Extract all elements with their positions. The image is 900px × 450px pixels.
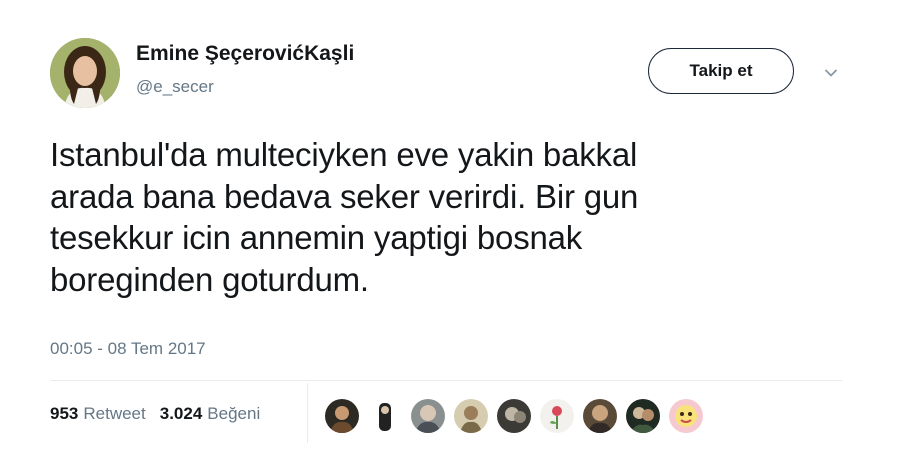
liker-avatar[interactable]	[582, 398, 618, 434]
liker-avatar[interactable]	[625, 398, 661, 434]
author-avatar[interactable]	[50, 38, 120, 108]
tweet-card: Emine ŞeçerovićKaşli @e_secer Takip et I…	[0, 0, 900, 450]
tweet-text-line: arada bana bedava seker verirdi. Bir gun	[50, 177, 639, 215]
stats-divider	[307, 383, 308, 443]
tweet-text: Istanbul'da multeciyken eve yakin bakkal…	[50, 134, 840, 300]
like-label: Beğeni	[207, 404, 261, 423]
divider	[50, 380, 842, 381]
liker-avatar[interactable]	[324, 398, 360, 434]
liker-avatar[interactable]	[367, 398, 403, 434]
tweet-timestamp[interactable]: 00:05 - 08 Tem 2017	[50, 339, 206, 359]
liker-avatar[interactable]	[453, 398, 489, 434]
tweet-stats: 953 Retweet 3.024 Beğeni	[50, 404, 274, 424]
retweet-stat[interactable]: 953 Retweet	[50, 404, 146, 424]
tweet-text-line: tesekkur icin annemin yaptigi bosnak	[50, 219, 583, 256]
like-count: 3.024	[159, 404, 203, 423]
liker-avatars	[324, 398, 711, 434]
liker-avatar[interactable]	[410, 398, 446, 434]
author-display-name[interactable]: Emine ŞeçerovićKaşli	[136, 42, 354, 66]
liker-avatar[interactable]	[539, 398, 575, 434]
liker-avatar[interactable]	[496, 398, 532, 434]
liker-avatar[interactable]	[668, 398, 704, 434]
retweet-count: 953	[50, 404, 79, 423]
tweet-text-line: Istanbul'da multeciyken eve yakin bakkal	[50, 136, 638, 173]
like-stat[interactable]: 3.024 Beğeni	[160, 404, 260, 424]
tweet-text-line: boreginden goturdum.	[50, 260, 369, 298]
follow-button[interactable]: Takip et	[648, 48, 794, 94]
author-handle[interactable]: @e_secer	[136, 77, 214, 97]
retweet-label: Retweet	[83, 404, 146, 423]
chevron-down-icon[interactable]	[820, 62, 842, 84]
